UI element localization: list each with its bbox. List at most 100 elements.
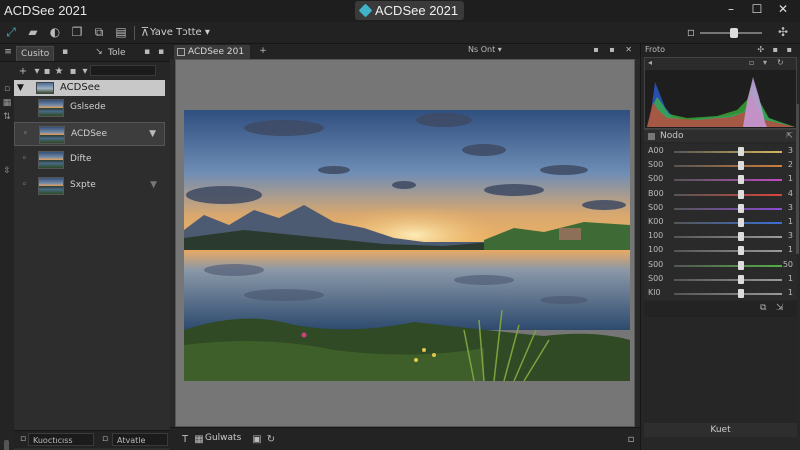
section-collapse-icon[interactable]	[648, 133, 655, 140]
slider-track[interactable]	[674, 250, 782, 253]
panel-close-icon[interactable]: ▪	[154, 46, 168, 59]
new-tab-icon[interactable]: +	[256, 45, 270, 58]
star-icon[interactable]: ★	[52, 65, 66, 78]
list-item[interactable]: ◦ Difte	[14, 148, 165, 172]
develop-mode-icon[interactable]: ◐	[48, 26, 62, 39]
adjustment-slider-row[interactable]: S00 3	[644, 201, 797, 215]
slider-track[interactable]	[674, 207, 782, 210]
path-field[interactable]	[90, 65, 156, 76]
pin-icon[interactable]: ▪	[58, 46, 72, 59]
adjustment-slider-row[interactable]: S00 50	[644, 258, 797, 272]
slider-handle[interactable]	[737, 260, 744, 270]
adjustment-slider-row[interactable]: S00 2	[644, 158, 797, 172]
list-item[interactable]: ◦ Sxpte ▼	[14, 174, 165, 198]
slider-value: 1	[787, 245, 793, 255]
gutter-grid-icon[interactable]: ▦	[2, 98, 12, 108]
list-item[interactable]: ◦ ACDSee ▼	[14, 122, 165, 146]
tab-cusito[interactable]: Cusito	[16, 46, 55, 61]
slider-track[interactable]	[674, 165, 782, 168]
slider-track[interactable]	[674, 278, 782, 281]
adjustment-slider-row[interactable]: K00 1	[644, 215, 797, 229]
slider-handle[interactable]	[737, 203, 744, 213]
slider-track[interactable]	[674, 151, 782, 153]
histogram-option-icon[interactable]: ▫	[749, 58, 754, 67]
zoom-out-icon[interactable]: ▫	[684, 26, 698, 39]
eye-icon[interactable]: ◦	[20, 155, 29, 164]
workspace-dropdown[interactable]: Yave Tɔtte ▾	[150, 27, 210, 38]
zoom-in-icon[interactable]: ✣	[776, 26, 790, 39]
box-tool-icon[interactable]: ▣	[250, 433, 264, 446]
paste-settings-icon[interactable]: ⇲	[776, 303, 784, 313]
adjustment-slider-row[interactable]: S00 1	[644, 172, 797, 186]
right-panel-scrollbar[interactable]	[796, 104, 799, 254]
document-tab[interactable]: ACDSee 201	[174, 45, 251, 59]
slider-track[interactable]	[674, 236, 782, 239]
right-panel-footer[interactable]: Kuet	[644, 423, 797, 437]
right-panel-controls[interactable]: ✣ ▪ ▪	[757, 45, 795, 54]
add-icon[interactable]: +	[16, 65, 30, 78]
folder-icon[interactable]: ▤	[114, 26, 128, 39]
adjustment-slider-row[interactable]: S00 1	[644, 272, 797, 286]
slider-handle[interactable]	[737, 147, 744, 156]
center-title[interactable]: Ns Ont ▾	[468, 45, 502, 54]
view-mode-icon[interactable]: ▰	[26, 26, 40, 39]
gutter-scrollbar[interactable]	[4, 440, 9, 450]
section-header[interactable]: Nodo ⇱	[644, 129, 797, 142]
slider-track[interactable]	[674, 293, 782, 295]
copy-icon[interactable]: ⧉	[92, 26, 106, 39]
clip-warning-icon[interactable]: ◂	[648, 58, 652, 67]
gutter-sort-icon[interactable]: ⇅	[2, 112, 12, 122]
panel-option-icon[interactable]: ▪	[140, 46, 154, 59]
tab-froto[interactable]: Froto	[645, 45, 665, 54]
slider-handle[interactable]	[737, 218, 744, 227]
adjustment-slider-row[interactable]: 100 1	[644, 243, 797, 257]
reset-icon[interactable]: ↻	[777, 58, 784, 67]
collapse-panel-icon[interactable]: ▫	[624, 433, 638, 446]
slider-handle[interactable]	[737, 161, 744, 171]
adjustment-slider-row[interactable]: A00 3	[644, 144, 797, 158]
slider-handle[interactable]	[737, 289, 744, 298]
eye-icon[interactable]: ◦	[21, 130, 30, 139]
maximize-button[interactable]: ☐	[744, 0, 770, 20]
chevron-down-icon[interactable]: ▼	[149, 129, 156, 139]
image-canvas[interactable]	[175, 59, 635, 427]
slider-track[interactable]	[674, 222, 782, 224]
slider-track[interactable]	[674, 179, 782, 182]
adjustment-slider-row[interactable]: B00 4	[644, 187, 797, 201]
eye-icon[interactable]: ◦	[20, 181, 29, 190]
slider-track[interactable]	[674, 264, 782, 267]
slider-track[interactable]	[674, 193, 782, 196]
zoom-slider-handle[interactable]	[730, 28, 738, 38]
edit-mode-icon[interactable]: ❐	[70, 26, 84, 39]
pin-icon[interactable]: ⇱	[786, 131, 793, 140]
folder-header[interactable]: ▼ ACDSee	[14, 80, 165, 96]
rotate-icon[interactable]: ↻	[264, 433, 278, 446]
slider-handle[interactable]	[737, 274, 744, 284]
adjustment-slider-row[interactable]: 100 3	[644, 229, 797, 243]
chevron-down-icon[interactable]: ▾	[763, 58, 767, 67]
adjustment-slider-row[interactable]: Kl0 1	[644, 286, 797, 300]
footer-left-field[interactable]: Kuoctıcıss	[28, 433, 94, 446]
footer-right-field[interactable]: Atvatle	[112, 433, 168, 446]
slider-handle[interactable]	[737, 189, 744, 199]
footer-label[interactable]: Gulwats	[205, 433, 241, 443]
center-window-controls[interactable]: ▪ ▪ ✕	[593, 45, 636, 54]
text-tool-icon[interactable]: T	[178, 433, 192, 446]
grid-tool-icon[interactable]: ▦	[192, 433, 206, 446]
collapse-icon[interactable]: ▼	[17, 83, 24, 93]
chevron-down-icon[interactable]: ▼	[150, 180, 157, 190]
list-item[interactable]: Gslsede	[14, 96, 165, 120]
copy-settings-icon[interactable]: ⧉	[760, 303, 766, 313]
window-title-text: ACDSee 2021	[375, 3, 459, 18]
slider-handle[interactable]	[737, 175, 744, 185]
panel-menu-icon[interactable]: ≡	[1, 46, 15, 59]
close-button[interactable]: ✕	[770, 0, 796, 20]
gutter-expand-icon[interactable]: ⇳	[2, 166, 12, 176]
slider-handle[interactable]	[737, 246, 744, 256]
footer-mid-icon[interactable]: ▫	[98, 433, 112, 446]
tab-tole[interactable]: Tole	[104, 46, 130, 61]
slider-handle[interactable]	[737, 232, 744, 242]
manage-mode-icon[interactable]: ⤢	[4, 26, 18, 39]
gutter-folder-icon[interactable]: ▫	[2, 84, 12, 94]
minimize-button[interactable]: –	[718, 0, 744, 20]
